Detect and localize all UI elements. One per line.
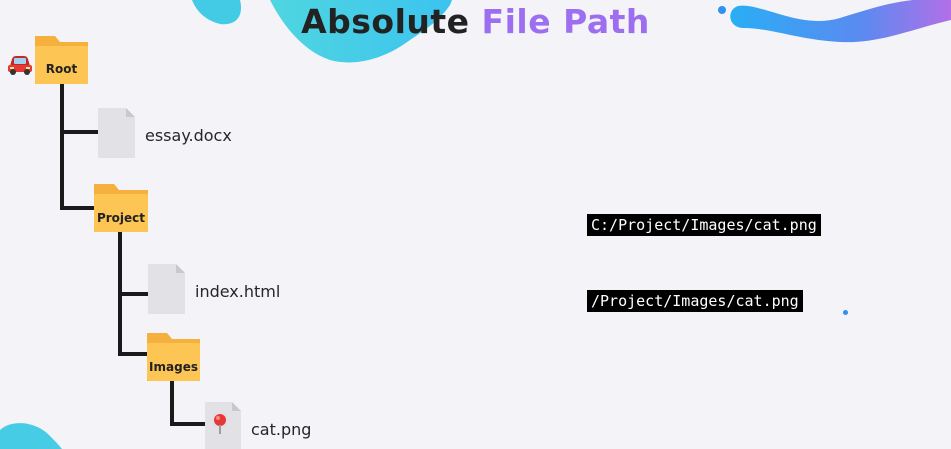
line-project-to-images bbox=[118, 292, 152, 356]
line-root-to-project bbox=[60, 130, 100, 210]
file-icon-essay bbox=[98, 108, 135, 158]
file-label-cat: cat.png bbox=[251, 420, 312, 439]
file-icon-index bbox=[148, 264, 185, 314]
car-icon bbox=[6, 52, 34, 76]
line-root-to-essay bbox=[60, 80, 100, 134]
file-label-index: index.html bbox=[195, 282, 281, 301]
windows-path-box: C:/Project/Images/cat.png bbox=[587, 214, 821, 236]
folder-label-root: Root bbox=[45, 62, 78, 76]
unix-path-box: /Project/Images/cat.png bbox=[587, 290, 803, 312]
file-label-essay: essay.docx bbox=[145, 126, 232, 145]
line-images-to-cat bbox=[170, 380, 208, 426]
pushpin-icon bbox=[212, 413, 228, 435]
line-project-to-index bbox=[118, 230, 152, 296]
folder-label-images: Images bbox=[149, 360, 198, 374]
cursor-dot bbox=[843, 310, 848, 315]
folder-label-project: Project bbox=[96, 211, 146, 225]
folder-icon-root bbox=[35, 36, 88, 84]
